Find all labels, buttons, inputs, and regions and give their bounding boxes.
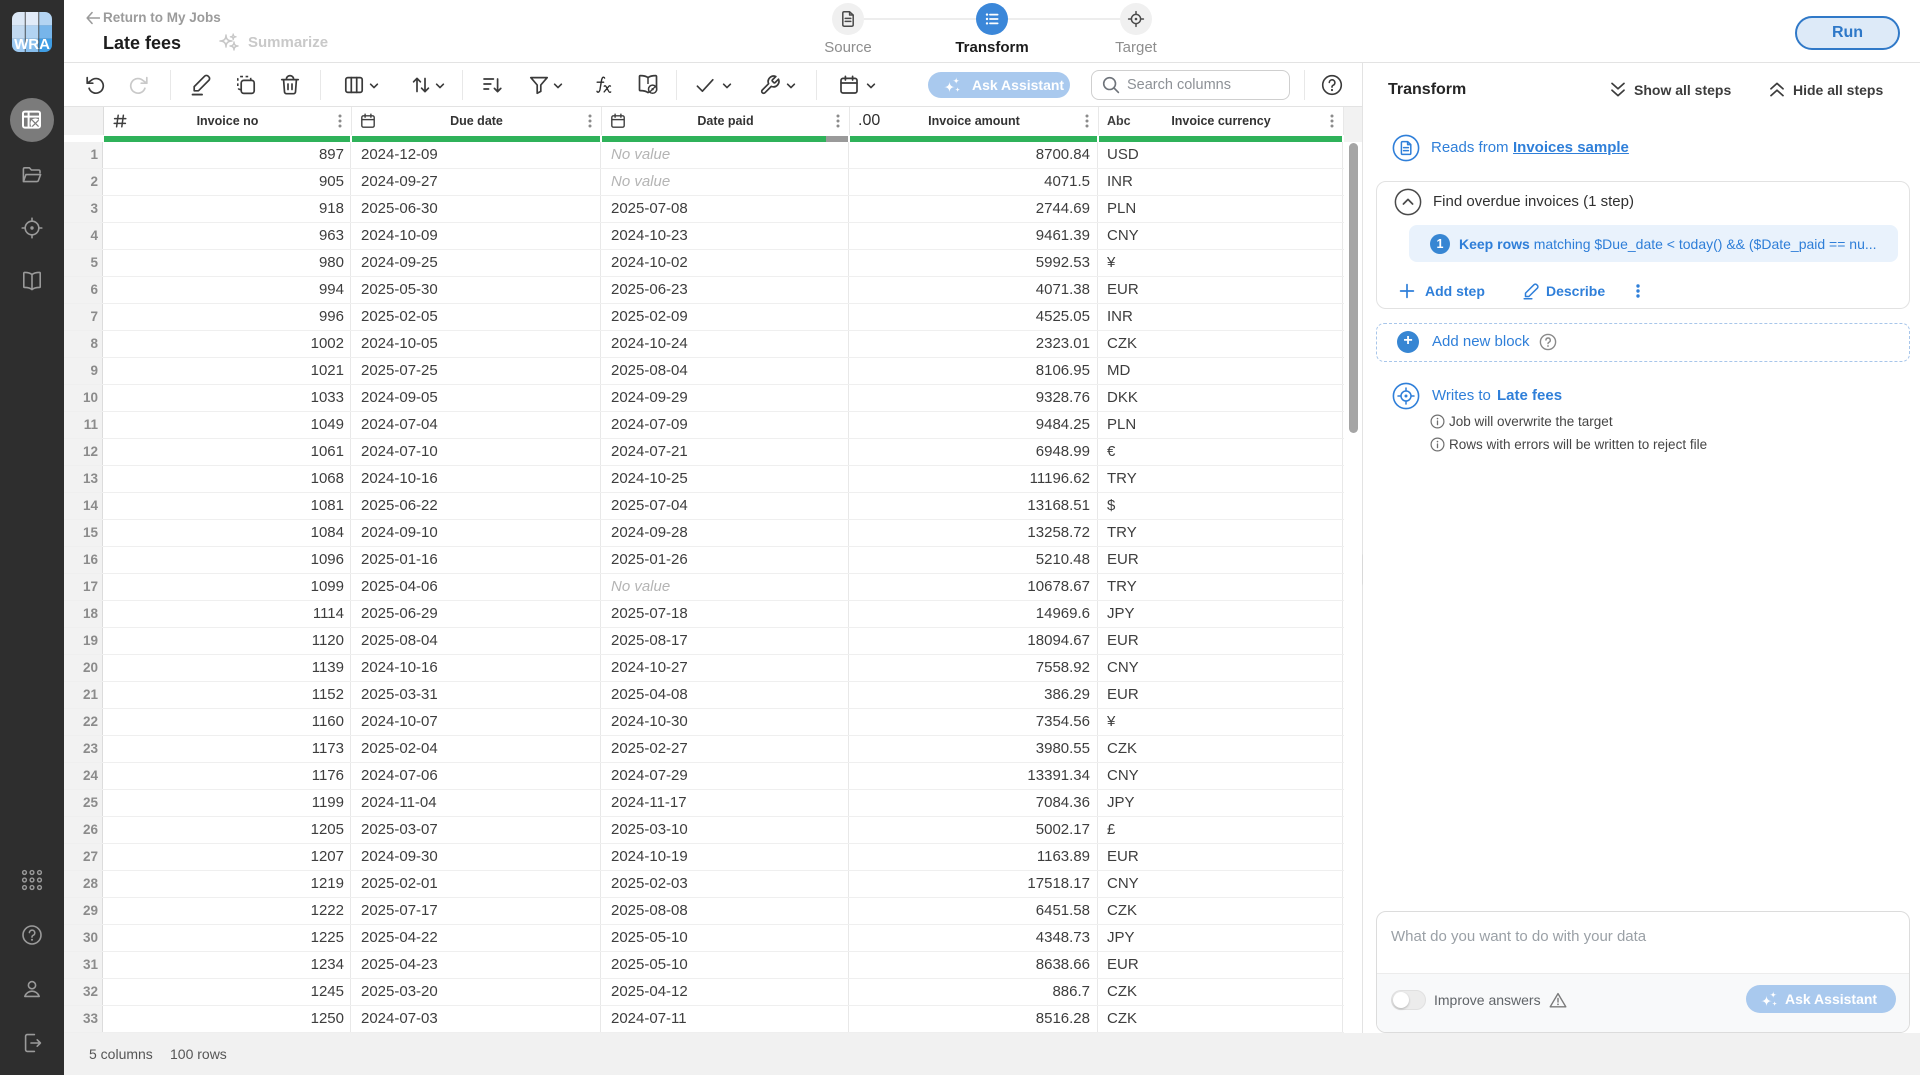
svg-text:WRA: WRA xyxy=(14,36,50,52)
